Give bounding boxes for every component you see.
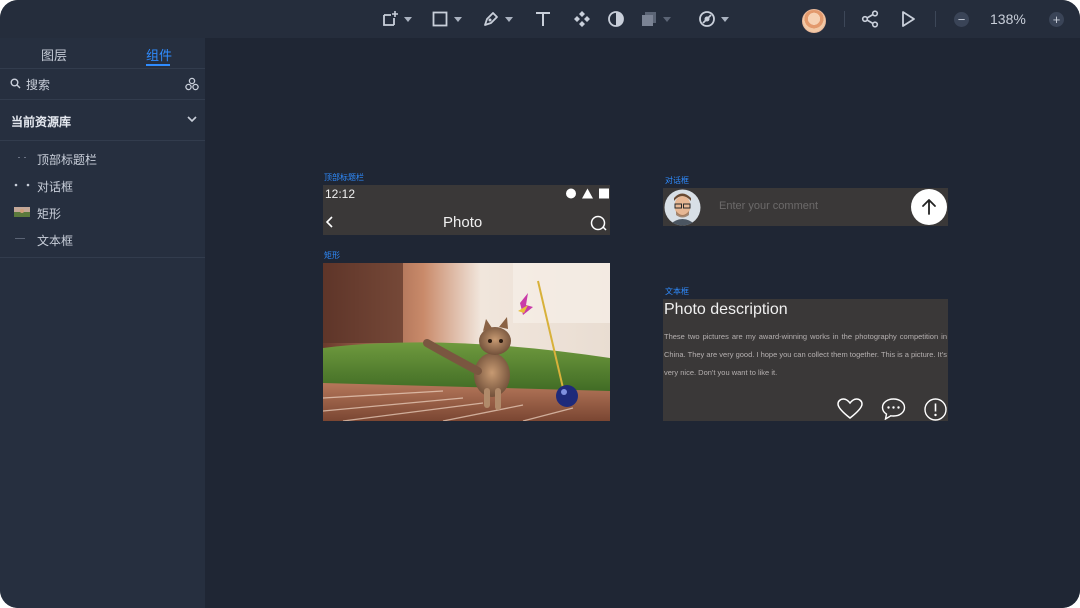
- user-avatar: [664, 189, 701, 226]
- library-header[interactable]: 当前资源库: [0, 100, 205, 141]
- library-title: 当前资源库: [11, 115, 72, 129]
- boolean-tool-icon: [642, 12, 656, 26]
- toolbar-divider: [844, 11, 845, 27]
- play-icon: [902, 11, 915, 27]
- comment-input[interactable]: Enter your comment: [719, 200, 818, 212]
- plus-icon: +: [1052, 12, 1061, 27]
- search-input[interactable]: 搜索: [26, 76, 50, 93]
- app-window: − 138% + 图层 组件 搜索 当前资源库 顶部标题栏 对话框 矩形 文本框…: [0, 0, 1080, 608]
- list-item-label: 对话框: [37, 180, 74, 194]
- description-body: These two pictures are my award-winning …: [664, 332, 947, 377]
- mask-tool-icon: [608, 11, 624, 27]
- list-item-label: 矩形: [37, 207, 62, 221]
- pen-tool-icon: [484, 12, 498, 26]
- rectangle-tool-icon: [432, 11, 448, 27]
- text-tool[interactable]: [534, 9, 552, 29]
- top-toolbar: − 138% +: [0, 0, 1080, 38]
- component-caption: 对话框: [665, 176, 689, 185]
- pen-tool[interactable]: [482, 9, 513, 29]
- chevron-down-icon: [404, 16, 412, 22]
- boolean-tool[interactable]: [640, 9, 671, 29]
- image-thumbnail-icon: [14, 207, 30, 217]
- component-tool-icon: [574, 11, 590, 27]
- info-icon[interactable]: [924, 398, 947, 421]
- user-avatar[interactable]: [802, 9, 826, 33]
- chevron-down-icon: [505, 16, 513, 22]
- minus-icon: −: [957, 12, 966, 27]
- list-item-title-bar[interactable]: 顶部标题栏: [0, 146, 205, 172]
- description-title: Photo description: [664, 301, 788, 318]
- chevron-down-icon: [721, 16, 729, 22]
- arrow-up-icon: [922, 199, 936, 215]
- component-tool[interactable]: [573, 9, 591, 29]
- mask-tool[interactable]: [607, 9, 625, 29]
- tab-layers[interactable]: 图层: [41, 45, 67, 64]
- title-bar-component[interactable]: 12:12 Photo: [323, 185, 610, 235]
- dialog-thumbnail-icon: [14, 183, 30, 187]
- toolbar-divider: [935, 11, 936, 27]
- search-bar[interactable]: 搜索: [0, 69, 205, 100]
- page-title: Photo: [443, 214, 483, 231]
- status-icons: [566, 188, 609, 199]
- list-item-dialog[interactable]: 对话框: [0, 173, 205, 199]
- list-item-label: 顶部标题栏: [37, 153, 98, 167]
- sidebar: 图层 组件 搜索 当前资源库 顶部标题栏 对话框 矩形 文本框: [0, 38, 205, 608]
- title-bar-thumbnail-icon: [18, 157, 26, 158]
- prototype-tool[interactable]: [698, 9, 729, 29]
- zoom-in-button[interactable]: +: [1049, 12, 1064, 27]
- search-icon[interactable]: [590, 215, 608, 231]
- component-list: 顶部标题栏 对话框 矩形 文本框: [0, 142, 205, 258]
- component-caption: 顶部标题栏: [324, 173, 364, 182]
- comment-dialog-component[interactable]: Enter your comment: [663, 188, 948, 226]
- frame-tool[interactable]: [381, 9, 412, 29]
- search-icon: [10, 78, 21, 89]
- back-icon[interactable]: [326, 216, 334, 228]
- zoom-out-button[interactable]: −: [954, 12, 969, 27]
- kitten-photo-image: [323, 263, 610, 421]
- list-item-rectangle[interactable]: 矩形: [0, 200, 205, 226]
- list-item-textbox[interactable]: 文本框: [0, 227, 205, 253]
- tab-components[interactable]: 组件: [146, 45, 172, 64]
- frame-tool-icon: [383, 11, 398, 26]
- share-button[interactable]: [861, 9, 879, 29]
- preview-button[interactable]: [899, 9, 917, 29]
- chevron-down-icon[interactable]: [187, 115, 197, 123]
- library-icon[interactable]: [185, 77, 199, 91]
- active-tab-indicator: [146, 64, 170, 66]
- send-button[interactable]: [911, 189, 947, 225]
- kitten-photo[interactable]: [323, 263, 610, 421]
- comment-icon[interactable]: [881, 398, 906, 420]
- component-caption: 矩形: [324, 251, 340, 260]
- component-caption: 文本框: [665, 287, 689, 296]
- sidebar-tabs: 图层 组件: [0, 38, 205, 69]
- chevron-down-icon: [454, 16, 462, 22]
- list-item-label: 文本框: [37, 234, 74, 248]
- status-time: 12:12: [325, 187, 356, 201]
- share-icon: [861, 10, 879, 28]
- zoom-level: 138%: [990, 11, 1026, 27]
- textbox-thumbnail-icon: [15, 238, 25, 239]
- heart-icon[interactable]: [837, 398, 863, 420]
- prototype-tool-icon: [699, 11, 715, 27]
- chevron-down-icon: [663, 16, 671, 22]
- rectangle-tool[interactable]: [431, 9, 462, 29]
- text-tool-icon: [536, 12, 550, 26]
- text-box-component[interactable]: Photo description These two pictures are…: [663, 299, 948, 421]
